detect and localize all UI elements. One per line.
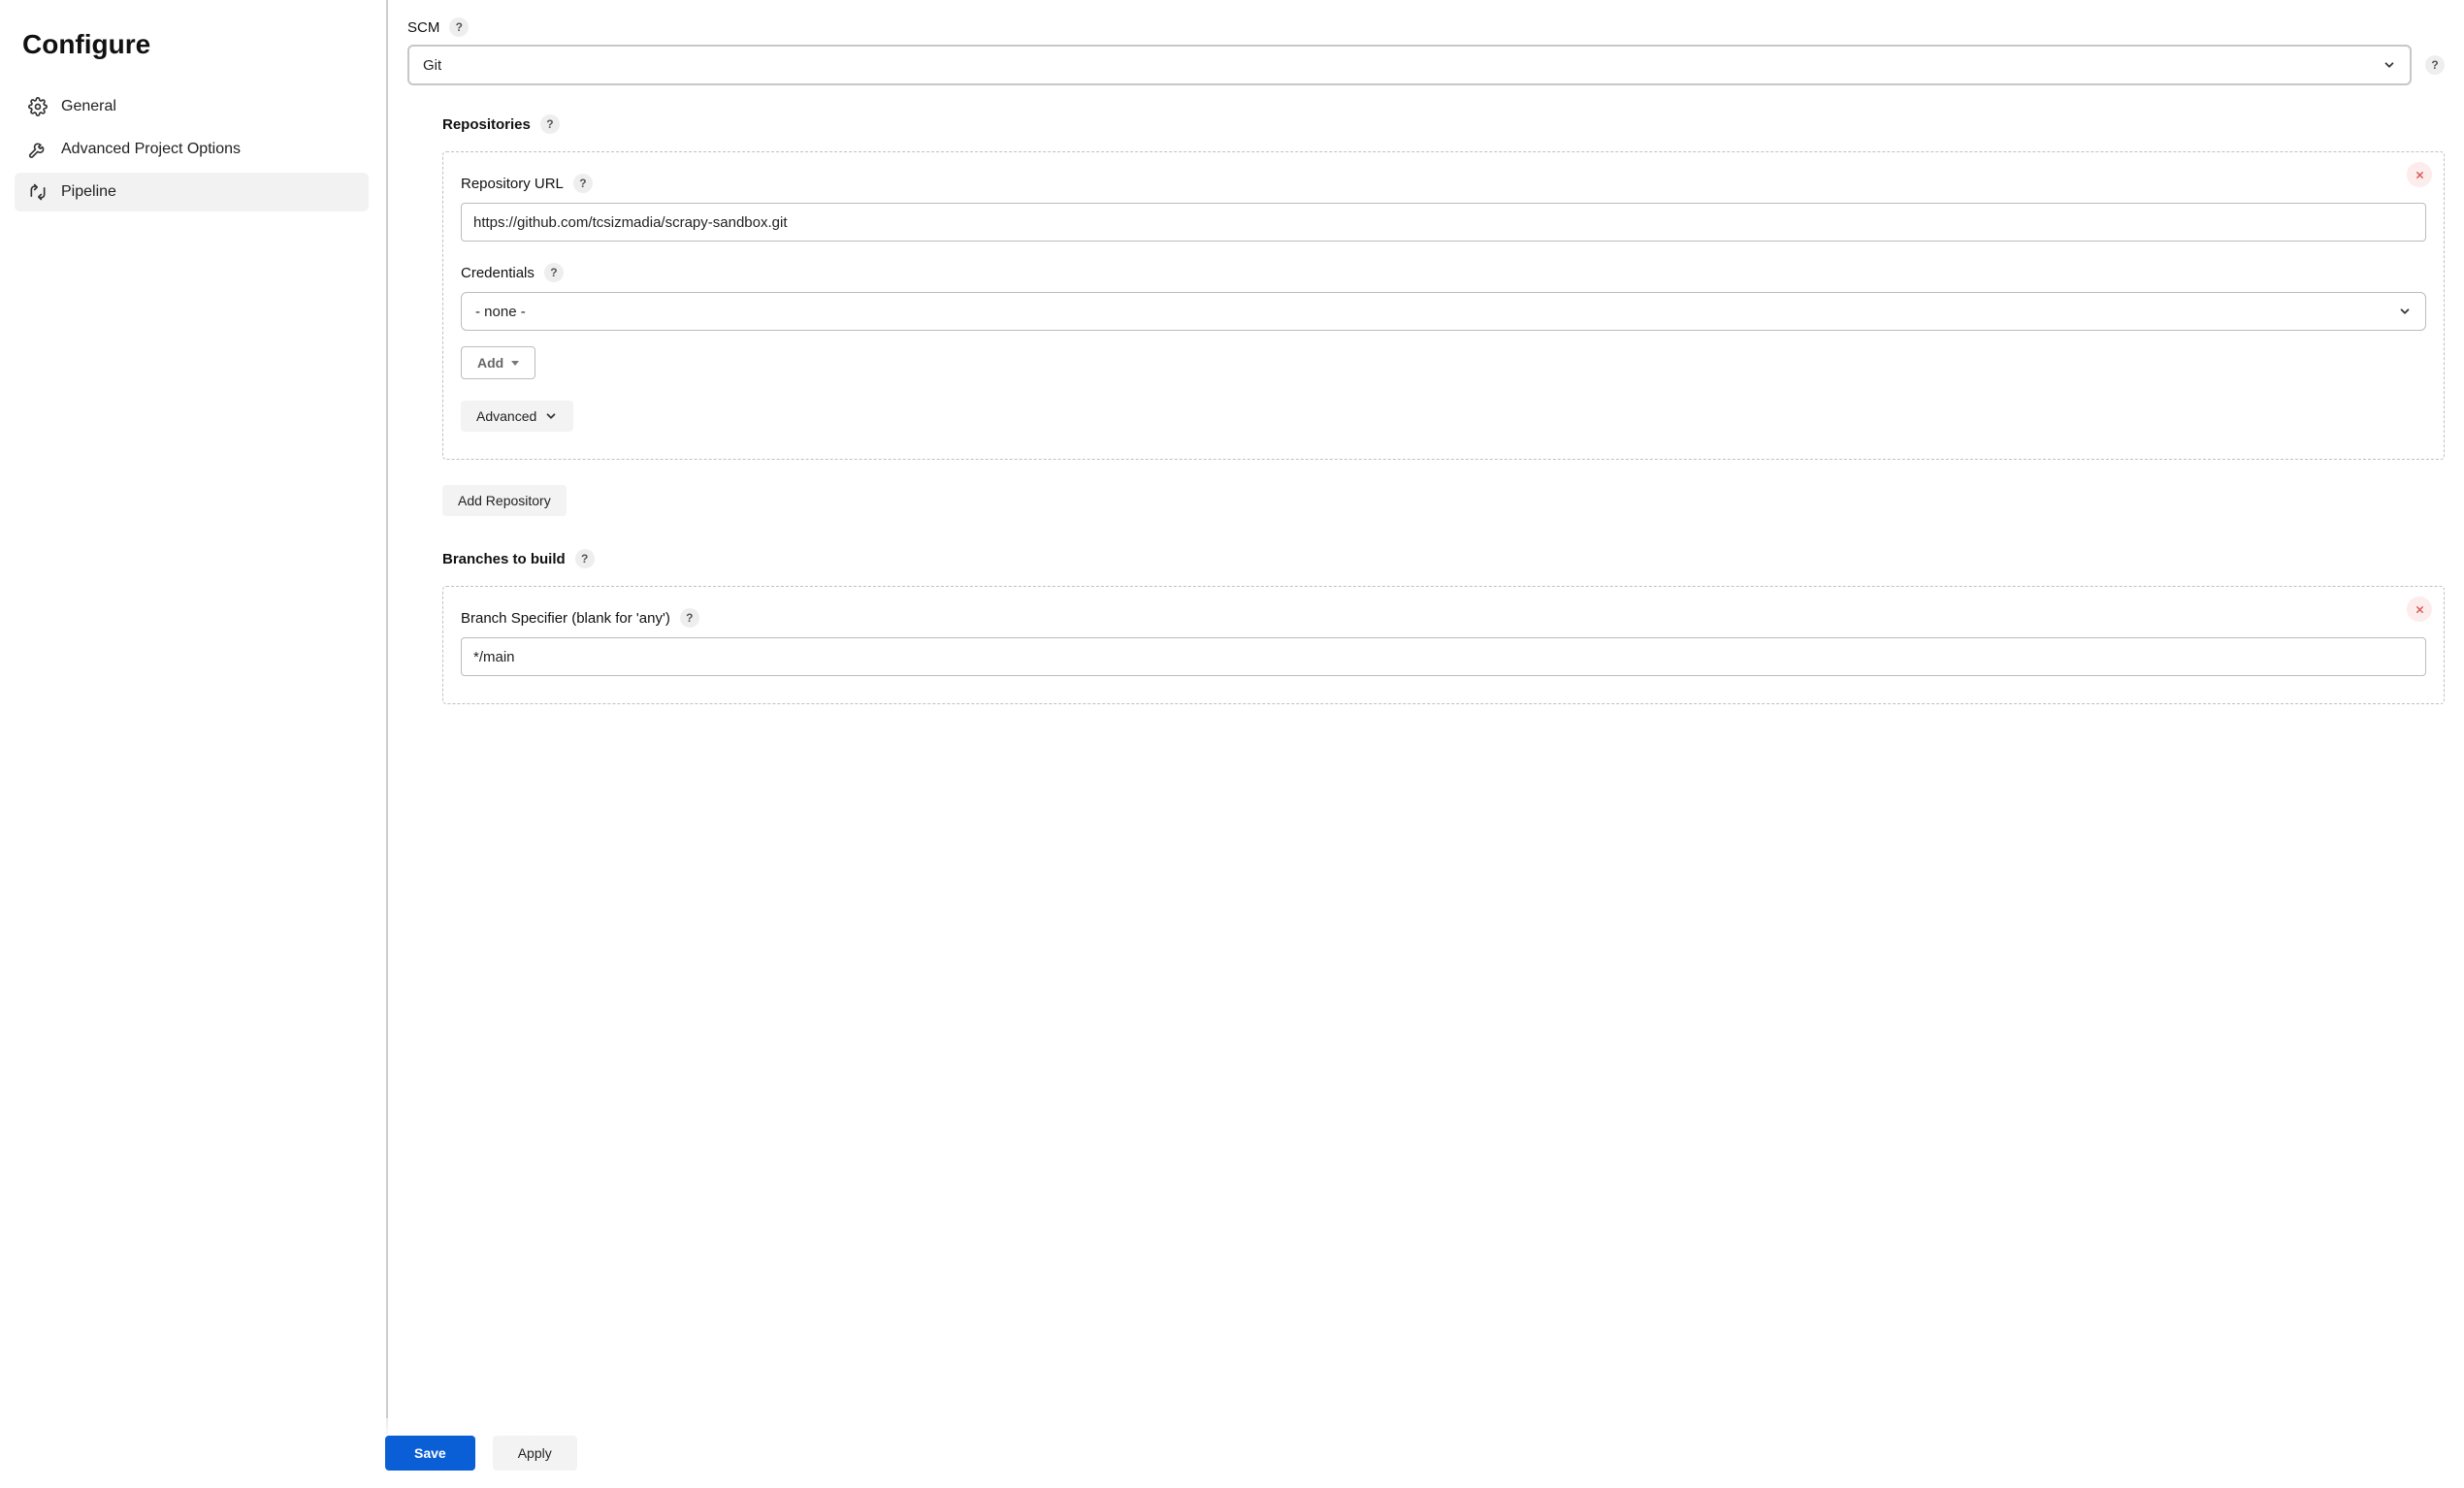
- caret-down-icon: [511, 361, 519, 366]
- repositories-title: Repositories: [442, 116, 531, 133]
- page-title: Configure: [22, 29, 369, 60]
- repository-url-input[interactable]: [461, 203, 2426, 242]
- apply-button-label: Apply: [518, 1445, 552, 1461]
- credentials-select-value: - none -: [475, 304, 526, 320]
- branch-specifier-label: Branch Specifier (blank for 'any'): [461, 610, 670, 627]
- chevron-down-icon: [544, 409, 558, 423]
- help-icon[interactable]: ?: [544, 263, 564, 282]
- add-button-label: Add: [477, 355, 503, 371]
- save-button[interactable]: Save: [385, 1436, 475, 1471]
- branch-block: Branch Specifier (blank for 'any') ?: [442, 586, 2445, 704]
- sidebar-item-pipeline[interactable]: Pipeline: [15, 173, 369, 211]
- sidebar: Configure General Advanced Project Optio…: [0, 0, 378, 1488]
- scm-select[interactable]: Git: [407, 45, 2412, 85]
- chevron-down-icon: [2398, 305, 2412, 318]
- chevron-down-icon: [2383, 58, 2396, 72]
- sidebar-item-advanced-options[interactable]: Advanced Project Options: [15, 130, 369, 169]
- help-icon[interactable]: ?: [540, 114, 560, 134]
- scm-select-value: Git: [423, 57, 441, 74]
- sidebar-item-label: Advanced Project Options: [61, 141, 241, 158]
- repository-url-label: Repository URL: [461, 176, 564, 192]
- main-content: SCM ? Git ? Repositories ? Repositor: [388, 0, 2464, 1488]
- sidebar-item-label: General: [61, 98, 116, 115]
- close-icon: [2415, 604, 2425, 615]
- footer-bar: Save Apply: [385, 1418, 2464, 1488]
- help-icon[interactable]: ?: [575, 549, 595, 568]
- add-repository-label: Add Repository: [458, 493, 551, 508]
- help-icon[interactable]: ?: [2425, 55, 2445, 75]
- repository-block: Repository URL ? Credentials ? - none -: [442, 151, 2445, 460]
- credentials-select[interactable]: - none -: [461, 292, 2426, 331]
- gear-icon: [28, 97, 48, 116]
- advanced-button-label: Advanced: [476, 408, 536, 424]
- advanced-toggle-button[interactable]: Advanced: [461, 401, 573, 432]
- help-icon[interactable]: ?: [573, 174, 593, 193]
- pipeline-icon: [28, 182, 48, 202]
- help-icon[interactable]: ?: [449, 17, 469, 37]
- remove-branch-button[interactable]: [2407, 597, 2432, 622]
- branch-specifier-input[interactable]: [461, 637, 2426, 676]
- add-repository-button[interactable]: Add Repository: [442, 485, 567, 516]
- wrench-icon: [28, 140, 48, 159]
- sidebar-item-general[interactable]: General: [15, 87, 369, 126]
- apply-button[interactable]: Apply: [493, 1436, 577, 1471]
- remove-repository-button[interactable]: [2407, 162, 2432, 187]
- add-credentials-button[interactable]: Add: [461, 346, 535, 379]
- help-icon[interactable]: ?: [680, 608, 699, 628]
- save-button-label: Save: [414, 1445, 446, 1461]
- credentials-label: Credentials: [461, 265, 535, 281]
- sidebar-item-label: Pipeline: [61, 183, 116, 201]
- scm-label: SCM: [407, 19, 439, 36]
- close-icon: [2415, 170, 2425, 180]
- branches-title: Branches to build: [442, 551, 566, 567]
